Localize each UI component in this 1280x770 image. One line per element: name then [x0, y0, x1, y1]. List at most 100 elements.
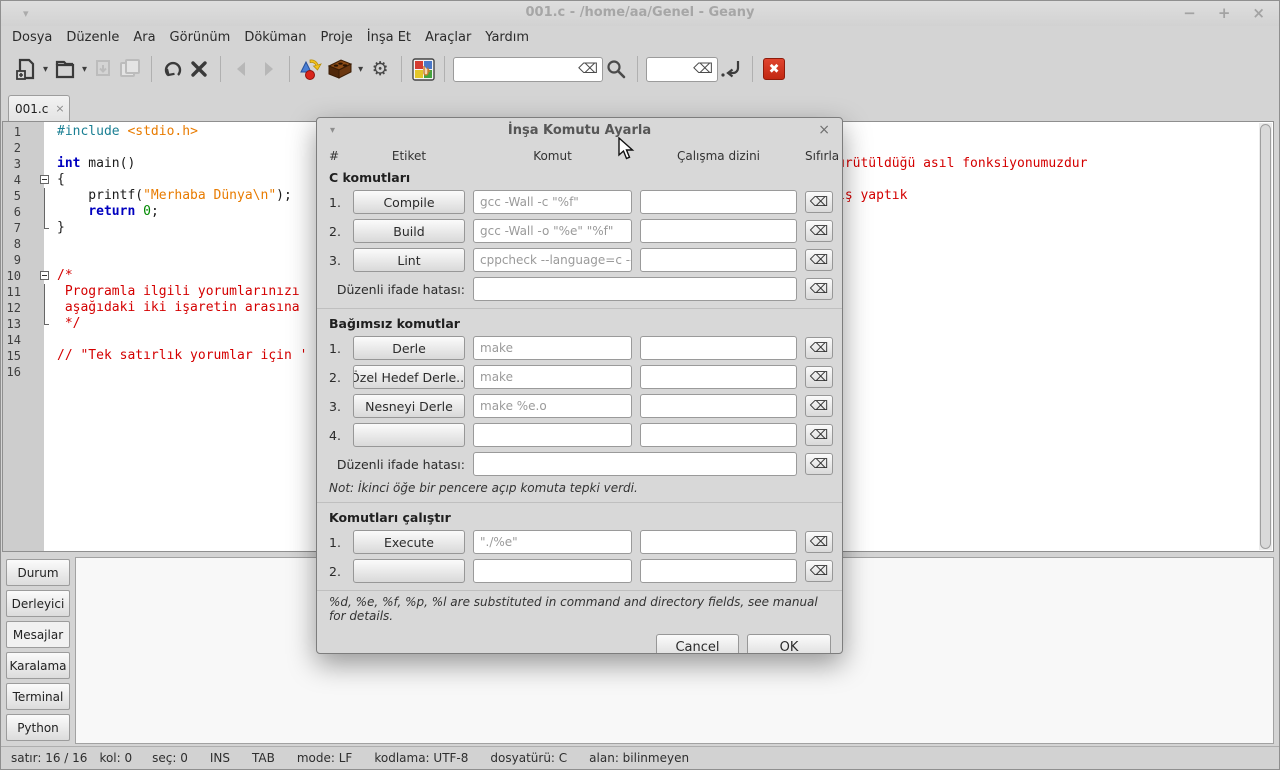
dialog-close-icon[interactable]: × — [818, 122, 830, 138]
dialog-titlebar[interactable]: ▾ İnşa Komutu Ayarla × — [317, 118, 842, 145]
clear-button[interactable]: ⌫ — [805, 191, 833, 213]
menu-item-ara[interactable]: Ara — [126, 28, 162, 47]
label-button-execute[interactable]: Execute — [353, 530, 465, 554]
fold-box-icon[interactable] — [40, 271, 49, 280]
panel-tab-derleyici[interactable]: Derleyici — [6, 590, 70, 617]
forward-arrow-icon — [256, 57, 280, 81]
working-dir-input[interactable] — [640, 394, 797, 418]
command-input[interactable] — [473, 423, 632, 447]
label-button-compile[interactable]: Compile — [353, 190, 465, 214]
menu-item-yardım[interactable]: Yardım — [478, 28, 536, 47]
clear-goto-icon[interactable]: ⌫ — [693, 62, 713, 76]
command-input[interactable] — [473, 559, 632, 583]
label-button-nesneyi-derle[interactable]: Nesneyi Derle — [353, 394, 465, 418]
build-button[interactable] — [324, 54, 354, 84]
fold-marker[interactable] — [36, 268, 57, 284]
panel-tab-terminal[interactable]: Terminal — [6, 683, 70, 710]
cancel-button[interactable]: Cancel — [656, 634, 739, 654]
titlebar[interactable]: ▾ 001.c - /home/aa/Genel - Geany − + × — [1, 1, 1279, 26]
working-dir-input[interactable] — [640, 190, 797, 214]
label-button-lint[interactable]: Lint — [353, 248, 465, 272]
search-input[interactable] — [460, 62, 578, 76]
fold-marker[interactable] — [36, 300, 57, 316]
minimize-button[interactable]: − — [1183, 4, 1196, 22]
fold-marker[interactable] — [36, 284, 57, 300]
label-button[interactable] — [353, 559, 465, 583]
color-chooser-button[interactable] — [410, 54, 436, 84]
clear-button[interactable]: ⌫ — [805, 453, 833, 475]
command-input[interactable]: make — [473, 336, 632, 360]
tab-close-icon[interactable]: × — [55, 102, 64, 115]
label-button-derle[interactable]: Derle — [353, 336, 465, 360]
menu-item-i̇nşa-et[interactable]: İnşa Et — [360, 28, 418, 47]
working-dir-input[interactable] — [640, 559, 797, 583]
clear-button[interactable]: ⌫ — [805, 531, 833, 553]
close-button[interactable]: × — [1252, 4, 1265, 22]
working-dir-input[interactable] — [640, 530, 797, 554]
clear-button[interactable]: ⌫ — [805, 278, 833, 300]
execute-button[interactable]: ⚙ — [367, 54, 393, 84]
menu-item-araçlar[interactable]: Araçlar — [418, 28, 478, 47]
new-file-dropdown-icon[interactable]: ▾ — [43, 64, 48, 75]
menu-item-döküman[interactable]: Döküman — [237, 28, 313, 47]
error-regex-input[interactable] — [473, 277, 797, 301]
panel-tab-mesajlar[interactable]: Mesajlar — [6, 621, 70, 648]
open-file-dropdown-icon[interactable]: ▾ — [82, 64, 87, 75]
working-dir-input[interactable] — [640, 365, 797, 389]
ok-button[interactable]: OK — [747, 634, 831, 654]
backspace-icon: ⌫ — [810, 342, 828, 355]
command-input[interactable]: cppcheck --language=c --en — [473, 248, 632, 272]
find-button[interactable] — [603, 54, 629, 84]
goto-line-field[interactable]: ⌫ — [646, 57, 718, 82]
command-input[interactable]: gcc -Wall -o "%e" "%f" — [473, 219, 632, 243]
save-icon — [92, 57, 116, 81]
quit-button[interactable]: ✖ — [763, 58, 785, 80]
working-dir-input[interactable] — [640, 248, 797, 272]
menu-item-proje[interactable]: Proje — [314, 28, 360, 47]
clear-button[interactable]: ⌫ — [805, 560, 833, 582]
clear-button[interactable]: ⌫ — [805, 220, 833, 242]
clear-button[interactable]: ⌫ — [805, 337, 833, 359]
maximize-button[interactable]: + — [1218, 4, 1231, 22]
compile-button[interactable] — [298, 54, 324, 84]
goto-line-input[interactable] — [653, 62, 693, 76]
search-field[interactable]: ⌫ — [453, 57, 603, 82]
reload-button[interactable] — [160, 54, 186, 84]
error-regex-input[interactable] — [473, 452, 797, 476]
working-dir-input[interactable] — [640, 336, 797, 360]
fold-marker[interactable] — [36, 188, 57, 204]
working-dir-input[interactable] — [640, 219, 797, 243]
menu-item-düzenle[interactable]: Düzenle — [59, 28, 126, 47]
tab-001c[interactable]: 001.c × — [8, 95, 70, 121]
editor-scrollbar[interactable] — [1259, 123, 1272, 550]
fold-marker[interactable] — [36, 220, 57, 236]
command-input[interactable]: make %e.o — [473, 394, 632, 418]
jump-to-line-button[interactable] — [718, 54, 744, 84]
working-dir-input[interactable] — [640, 423, 797, 447]
label-button[interactable] — [353, 423, 465, 447]
label-button-build[interactable]: Build — [353, 219, 465, 243]
fold-box-icon[interactable] — [40, 175, 49, 184]
close-document-button[interactable] — [186, 54, 212, 84]
clear-button[interactable]: ⌫ — [805, 395, 833, 417]
open-file-button[interactable] — [52, 54, 78, 84]
build-dropdown-icon[interactable]: ▾ — [358, 64, 363, 75]
command-input[interactable]: "./%e" — [473, 530, 632, 554]
panel-tab-durum[interactable]: Durum — [6, 559, 70, 586]
clear-search-icon[interactable]: ⌫ — [578, 62, 598, 76]
panel-tab-karalama[interactable]: Karalama — [6, 652, 70, 679]
clear-button[interactable]: ⌫ — [805, 424, 833, 446]
fold-marker[interactable] — [36, 316, 57, 332]
editor-scrollbar-thumb[interactable] — [1260, 124, 1271, 549]
command-input[interactable]: gcc -Wall -c "%f" — [473, 190, 632, 214]
menu-item-dosya[interactable]: Dosya — [5, 28, 59, 47]
fold-marker[interactable] — [36, 204, 57, 220]
menu-item-görünüm[interactable]: Görünüm — [163, 28, 238, 47]
panel-tab-python[interactable]: Python — [6, 714, 70, 741]
clear-button[interactable]: ⌫ — [805, 366, 833, 388]
command-input[interactable]: make — [473, 365, 632, 389]
fold-marker[interactable] — [36, 172, 57, 188]
new-file-button[interactable] — [13, 54, 39, 84]
label-button-özel-hedef-derle[interactable]: Özel Hedef Derle... — [353, 365, 465, 389]
clear-button[interactable]: ⌫ — [805, 249, 833, 271]
